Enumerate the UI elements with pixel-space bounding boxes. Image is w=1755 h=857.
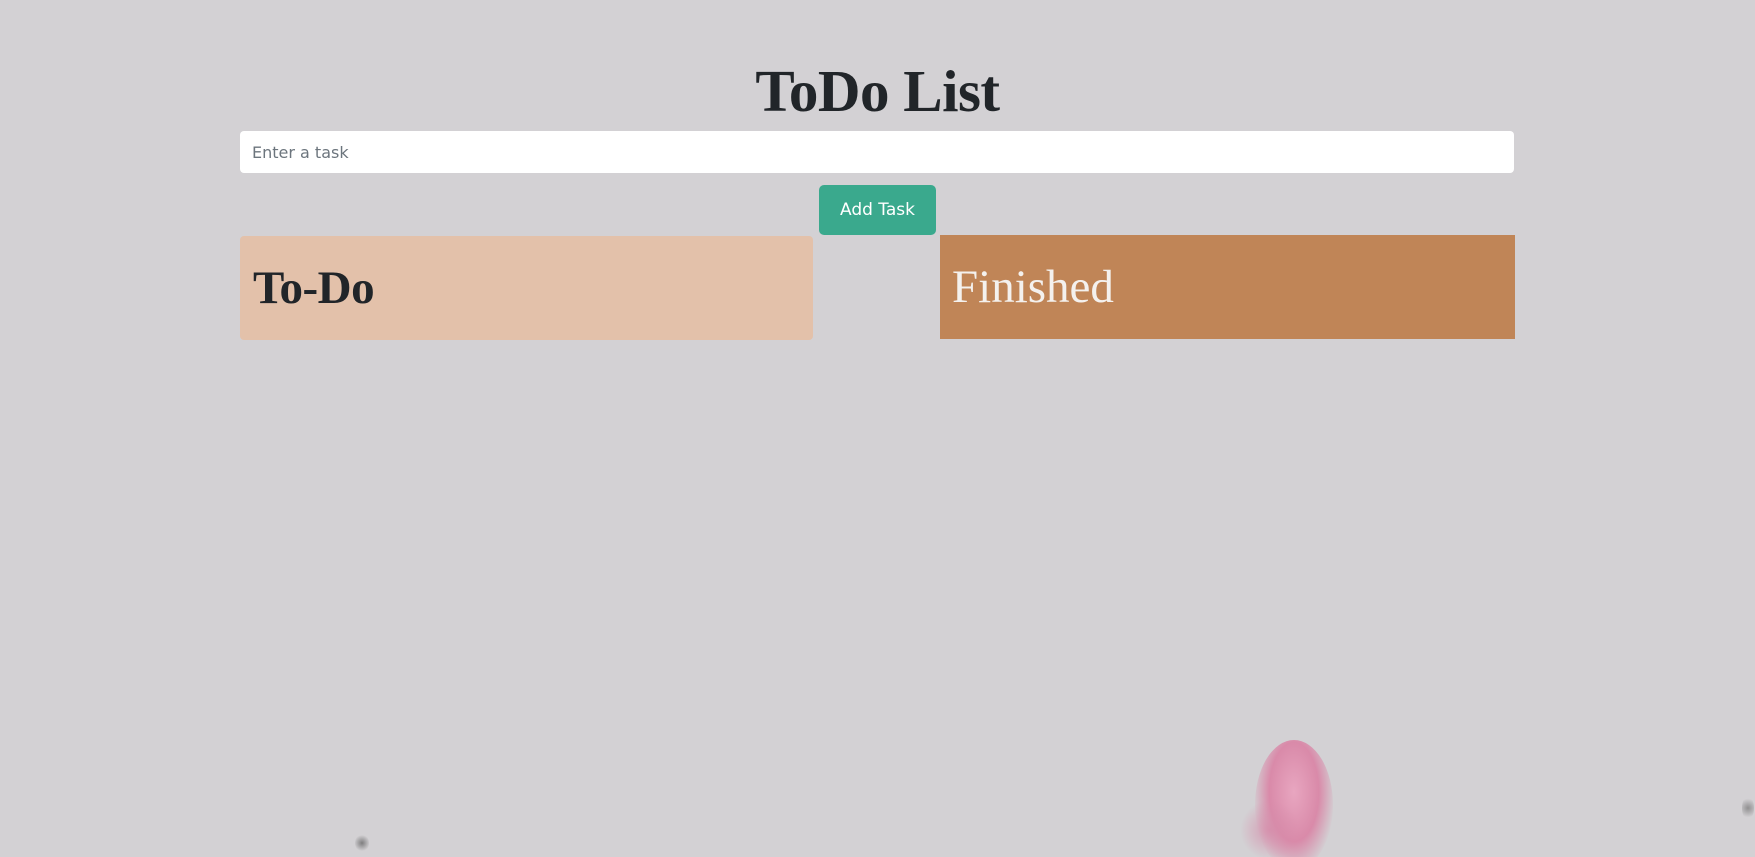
todo-column: To-Do (240, 236, 813, 340)
task-input[interactable] (240, 131, 1514, 173)
dark-speck-decoration (355, 834, 369, 852)
page-title: ToDo List (755, 58, 1000, 124)
finished-heading: Finished (952, 261, 1114, 313)
finished-column: Finished (940, 235, 1515, 339)
edge-speck-decoration (1742, 796, 1754, 820)
pink-blossom-petal-decoration (1240, 800, 1300, 857)
add-task-button[interactable]: Add Task (819, 185, 936, 235)
todo-heading: To-Do (253, 262, 375, 314)
